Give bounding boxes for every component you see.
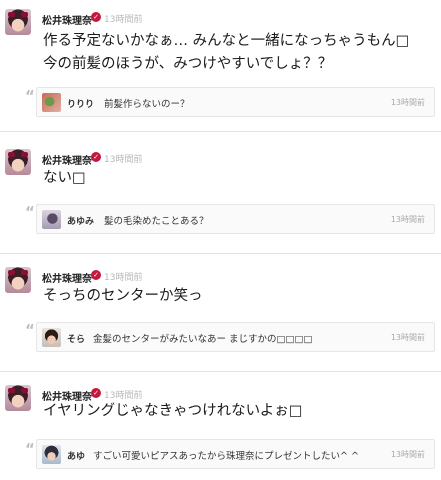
reply-text: 金髪のセンターがみたいなあー まじすかの□□□□ — [93, 334, 313, 345]
verified-badge-icon: ✓ — [91, 12, 101, 22]
divider — [0, 371, 441, 372]
hair-bow-icon — [8, 152, 15, 157]
post-line: 作る予定ないかなぁ… みんなと一緒になっちゃうもん□ — [43, 33, 410, 49]
reply-text: 前髪作らないのー？ — [104, 99, 190, 110]
reply-text: 髪の毛染めたことある？ — [104, 216, 209, 227]
post-time: 13時間前 — [104, 273, 143, 283]
hair-bow-icon — [8, 12, 15, 17]
reply-avatar[interactable] — [42, 210, 61, 229]
post: 松井珠理奈 ✓ 13時間前 そっちのセンターか笑っ “ そら 金髪のセンターがみ… — [0, 258, 441, 376]
reply-card[interactable]: あゆ すごい可愛いピアスあったから珠理奈にプレゼントしたい^ ^ 13時間前 — [36, 439, 435, 469]
reply-card[interactable]: そら 金髪のセンターがみたいなあー まじすかの□□□□ 13時間前 — [36, 322, 435, 352]
author-name[interactable]: 松井珠理奈 — [42, 152, 92, 167]
verified-badge-icon: ✓ — [91, 388, 101, 398]
hair-bow-icon — [21, 388, 28, 393]
avatar[interactable] — [5, 149, 31, 175]
hair-bow-icon — [21, 12, 28, 17]
reply-card[interactable]: あゆみ 髪の毛染めたことある？ 13時間前 — [36, 204, 435, 234]
post-time: 13時間前 — [104, 15, 143, 25]
reply-text: すごい可愛いピアスあったから珠理奈にプレゼントしたい^ ^ — [93, 451, 359, 462]
post: 松井珠理奈 ✓ 13時間前 ない□ “ あゆみ 髪の毛染めたことある？ 13時間… — [0, 140, 441, 258]
avatar[interactable] — [5, 9, 31, 35]
divider — [0, 253, 441, 254]
verified-badge-icon: ✓ — [91, 152, 101, 162]
reply-avatar[interactable] — [42, 93, 61, 112]
reply-time: 13時間前 — [390, 450, 425, 459]
divider — [0, 131, 441, 132]
avatar[interactable] — [5, 385, 31, 411]
reply-name[interactable]: あゆみ — [67, 214, 94, 227]
reply-time: 13時間前 — [390, 215, 425, 224]
quote-mark-icon: “ — [25, 440, 35, 458]
post-line: ない□ — [43, 170, 86, 186]
post-time: 13時間前 — [104, 155, 143, 165]
avatar[interactable] — [5, 267, 31, 293]
reply-avatar[interactable] — [42, 328, 61, 347]
hair-bow-icon — [21, 270, 28, 275]
post-body: 作る予定ないかなぁ… みんなと一緒になっちゃうもん□ 今の前髪のほうが、みつけや… — [43, 30, 409, 76]
reply-card[interactable]: りりり 前髪作らないのー？ 13時間前 — [36, 87, 435, 117]
post-body: イヤリングじゃなきゃつけれないよぉ□ — [43, 400, 302, 423]
verified-badge-icon: ✓ — [91, 270, 101, 280]
hair-bow-icon — [8, 388, 15, 393]
reply-name[interactable]: あゆ — [67, 449, 85, 462]
post-line: 今の前髪のほうが、みつけやすいでしょ？？ — [43, 56, 333, 72]
hair-bow-icon — [8, 270, 15, 275]
post-line: イヤリングじゃなきゃつけれないよぉ□ — [43, 403, 303, 419]
post: 松井珠理奈 ✓ 13時間前 イヤリングじゃなきゃつけれないよぉ□ “ あゆ すご… — [0, 376, 441, 480]
author-name[interactable]: 松井珠理奈 — [42, 12, 92, 27]
reply-time: 13時間前 — [390, 98, 425, 107]
post: 松井珠理奈 ✓ 13時間前 作る予定ないかなぁ… みんなと一緒になっちゃうもん□… — [0, 0, 441, 132]
reply-name[interactable]: りりり — [67, 97, 94, 110]
quote-mark-icon: “ — [25, 87, 35, 105]
reply-avatar[interactable] — [42, 445, 61, 464]
quote-mark-icon: “ — [25, 203, 35, 221]
post-line: そっちのセンターか笑っ — [43, 288, 203, 304]
reply-name[interactable]: そら — [67, 332, 85, 345]
post-body: ない□ — [43, 167, 86, 190]
reply-time: 13時間前 — [390, 333, 425, 342]
author-name[interactable]: 松井珠理奈 — [42, 270, 92, 285]
hair-bow-icon — [21, 152, 28, 157]
post-body: そっちのセンターか笑っ — [43, 285, 203, 308]
quote-mark-icon: “ — [25, 321, 35, 339]
